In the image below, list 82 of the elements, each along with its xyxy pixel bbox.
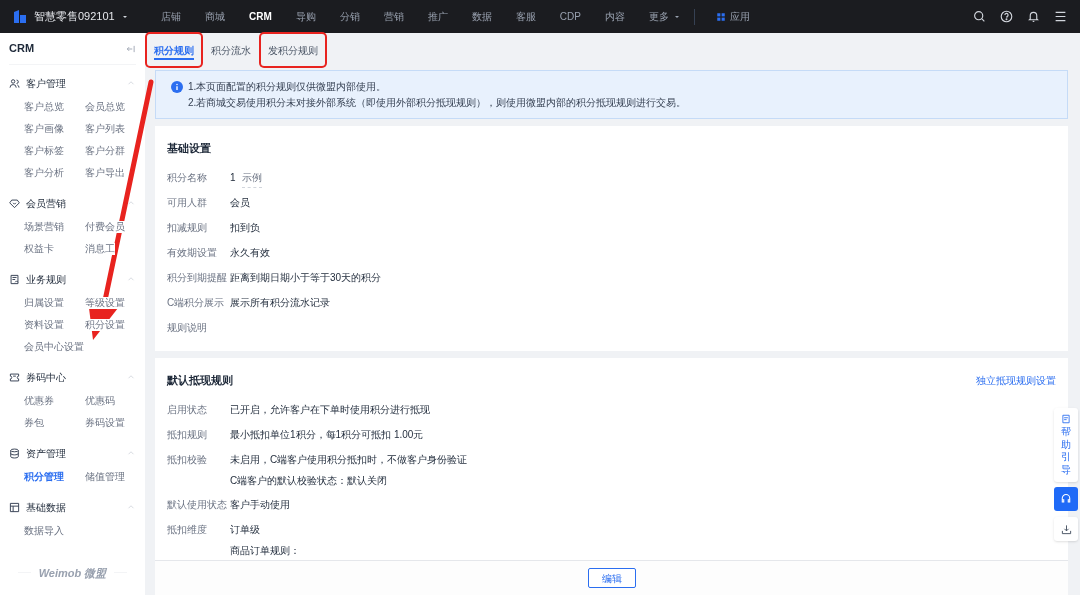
tab[interactable]: 积分规则 [147, 34, 201, 66]
field-label: 规则说明 [167, 321, 207, 335]
field-label: 扣减规则 [167, 221, 207, 235]
sidebar-item[interactable]: 积分设置 [84, 319, 125, 331]
field-value: 最小抵扣单位1积分，每1积分可抵扣 1.00元 [230, 428, 424, 442]
nav-link[interactable]: 店铺 [150, 0, 192, 33]
nav-link[interactable]: 商城 [194, 0, 236, 33]
field-label: 抵扣规则 [167, 428, 207, 442]
sidebar-item[interactable]: 资料设置 [24, 319, 64, 331]
field-label: C端积分展示 [167, 296, 225, 310]
field-value: 订单级 [230, 523, 260, 537]
sidebar-item[interactable]: 优惠券 [24, 395, 54, 407]
field-value: 未启用，C端客户使用积分抵扣时，不做客户身份验证 [230, 453, 468, 467]
nav-link[interactable]: 营销 [372, 0, 415, 33]
field-value: 已开启，允许客户在下单时使用积分进行抵现 [230, 403, 430, 417]
sidebar-item[interactable]: 客户标签 [24, 145, 64, 157]
field-label: 积分名称 [167, 171, 207, 185]
sidebar-item[interactable]: 客户导出 [84, 167, 125, 179]
example-link[interactable]: 示例 [241, 169, 262, 188]
sidebar-group[interactable]: 客户管理 [0, 70, 145, 96]
sidebar-item[interactable]: 等级设置 [84, 297, 125, 309]
sidebar-item[interactable]: 券码设置 [84, 417, 125, 429]
field-value: 永久有效 [230, 246, 270, 260]
nav-link[interactable]: 数据 [460, 0, 503, 33]
field-label: 启用状态 [167, 403, 207, 417]
sidebar-item[interactable]: 客户分析 [24, 167, 64, 179]
nav-link[interactable]: 应用 [704, 0, 761, 33]
sidebar-item[interactable]: 付费会员 [84, 221, 125, 233]
sidebar-item[interactable]: 储值管理 [84, 471, 125, 483]
nav-link[interactable]: 导购 [284, 0, 327, 33]
sidebar-group[interactable]: 会员营销 [0, 190, 145, 216]
help-guide-button[interactable]: 帮助引导 [1054, 408, 1078, 482]
notice-text: 1.本页面配置的积分规则仅供微盟内部使用。 [188, 80, 388, 93]
nav-link[interactable]: 推广 [416, 0, 459, 33]
sidebar-item[interactable]: 会员总览 [84, 101, 125, 113]
sidebar-item[interactable]: 归属设置 [24, 297, 64, 309]
settings-link[interactable]: 独立抵现规则设置 [976, 372, 1056, 388]
section-title: 基础设置 [167, 140, 211, 156]
field-value: 展示所有积分流水记录 [230, 296, 330, 310]
sidebar-item[interactable]: 积分管理 [24, 471, 64, 483]
sidebar-item[interactable]: 消息工 [84, 243, 115, 255]
field-label: 有效期设置 [167, 246, 217, 260]
sidebar-item[interactable]: 会员中心设置 [24, 341, 84, 353]
sidebar-group[interactable]: 资产管理 [0, 440, 145, 466]
field-label: 抵扣校验 [167, 453, 207, 467]
tab[interactable]: 发积分规则 [261, 34, 325, 66]
brand-name: 智慧零售092101 [34, 9, 115, 25]
field-label: 积分到期提醒 [167, 271, 227, 285]
notice-text: 2.若商城交易使用积分未对接外部系统（即使用外部积分抵现规则），则使用微盟内部的积分抵现规则进行交易。 [188, 96, 687, 109]
field-value: 1 [230, 171, 236, 185]
nav-link[interactable]: 更多 [637, 0, 692, 33]
field-value: 距离到期日期小于等于30天的积分 [230, 271, 382, 285]
field-value: 客户手动使用 [230, 498, 290, 512]
field-label: 抵扣维度 [167, 523, 207, 537]
sidebar-item[interactable]: 客户总览 [24, 101, 64, 113]
footer-logo: Weimob 微盟 [38, 565, 107, 581]
nav-link[interactable]: CRM [238, 0, 283, 33]
sidebar-item[interactable]: 券包 [24, 417, 44, 429]
sidebar-item[interactable]: 权益卡 [24, 243, 54, 255]
sidebar-group[interactable]: 业务规则 [0, 266, 145, 292]
nav-link[interactable]: 内容 [593, 0, 636, 33]
field-value: 商品订单规则： [230, 544, 300, 558]
sidebar-item[interactable]: 客户画像 [24, 123, 64, 135]
field-label: 默认使用状态 [167, 498, 227, 512]
field-value: 会员 [230, 196, 250, 210]
field-label: 可用人群 [167, 196, 207, 210]
nav-link[interactable]: CDP [548, 0, 592, 33]
sidebar-group[interactable]: 券码中心 [0, 364, 145, 390]
sidebar-item[interactable]: 客户分群 [84, 145, 125, 157]
sidebar-item[interactable]: 客户列表 [84, 123, 125, 135]
tab[interactable]: 积分流水 [204, 34, 258, 66]
field-value: C端客户的默认校验状态：默认关闭 [230, 474, 388, 488]
sidebar-item[interactable]: 场景营销 [24, 221, 64, 233]
nav-link[interactable]: 分销 [328, 0, 371, 33]
nav-link[interactable]: 客服 [504, 0, 547, 33]
sidebar-item[interactable]: 数据导入 [24, 525, 64, 537]
sidebar-group[interactable]: 基础数据 [0, 494, 145, 520]
edit-button[interactable]: 编辑 [587, 568, 636, 588]
field-value: 扣到负 [230, 221, 260, 235]
sidebar-item[interactable]: 优惠码 [84, 395, 115, 407]
section-title: 默认抵现规则 [167, 372, 233, 388]
sidebar-title: CRM [9, 41, 35, 57]
